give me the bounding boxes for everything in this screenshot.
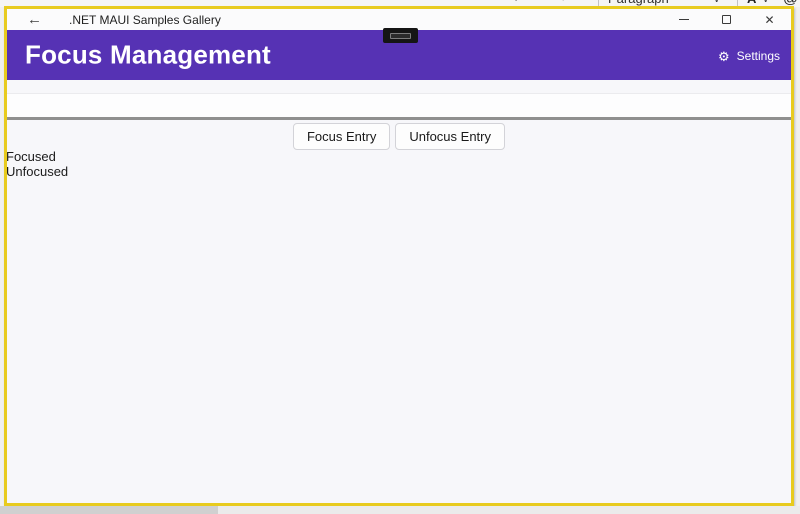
screen-notch-widget <box>383 28 418 43</box>
back-button[interactable]: ← <box>27 12 42 27</box>
window-title: .NET MAUI Samples Gallery <box>69 13 221 27</box>
window-controls: ✕ <box>662 9 791 30</box>
minimize-button[interactable] <box>662 9 705 30</box>
event-log-line: Focused <box>6 149 68 164</box>
chevron-down-icon[interactable]: ∨ <box>762 0 769 5</box>
desktop-bottom-strip <box>0 506 800 514</box>
unfocus-entry-button[interactable]: Unfocus Entry <box>395 123 505 150</box>
settings-label: Settings <box>737 49 780 63</box>
close-icon: ✕ <box>764 14 774 26</box>
page-title: Focus Management <box>25 40 271 71</box>
entry-input[interactable] <box>7 93 791 120</box>
chevron-down-icon[interactable]: ∨ <box>713 0 720 5</box>
screen: ↶ ↷ Paragraph ∨ A ∨ @ ← .NET MAUI Sample… <box>0 0 800 514</box>
event-log: Focused Unfocused <box>6 149 68 179</box>
maximize-button[interactable] <box>705 9 748 30</box>
font-color-button[interactable]: A <box>747 0 756 5</box>
notch-slot <box>390 33 411 39</box>
gear-icon: ⚙ <box>718 49 730 62</box>
app-window: ← .NET MAUI Samples Gallery ✕ Focus Mana… <box>4 6 794 506</box>
event-log-line: Unfocused <box>6 164 68 179</box>
desktop-bottom-strip-segment <box>0 506 218 514</box>
focus-entry-button[interactable]: Focus Entry <box>293 123 390 150</box>
maximize-icon <box>722 15 731 24</box>
buttons-row: Focus Entry Unfocus Entry <box>7 123 791 150</box>
settings-button[interactable]: ⚙ Settings <box>718 49 780 63</box>
paragraph-style-dropdown[interactable]: Paragraph <box>608 0 669 5</box>
window-titlebar: ← .NET MAUI Samples Gallery ✕ <box>7 9 791 30</box>
minimize-icon <box>679 19 689 20</box>
close-button[interactable]: ✕ <box>748 9 791 30</box>
